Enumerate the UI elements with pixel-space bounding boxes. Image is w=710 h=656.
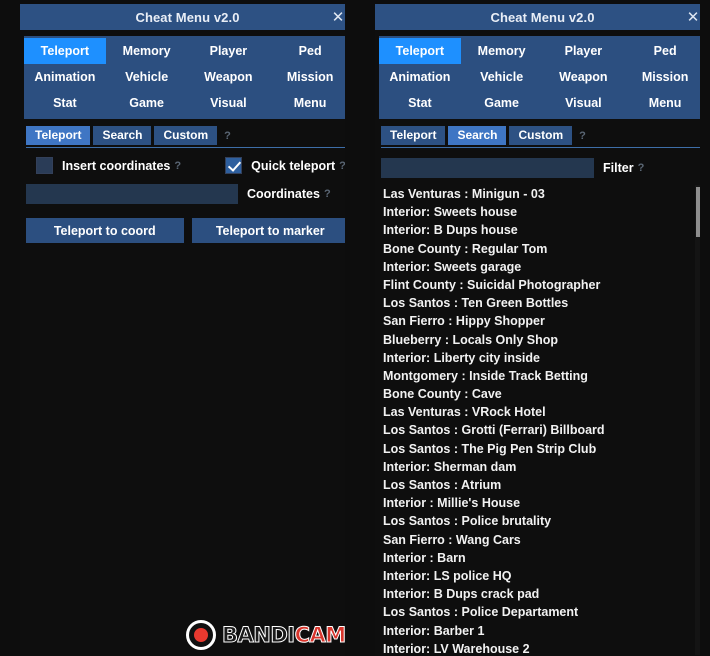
list-item[interactable]: San Fierro : Wang Cars (381, 531, 700, 549)
nav-tab-teleport[interactable]: Teleport (24, 38, 106, 64)
list-item[interactable]: Los Santos : Ten Green Bottles (381, 294, 700, 312)
nav-tab-menu[interactable]: Menu (269, 90, 345, 116)
list-item[interactable]: Interior: LV Warehouse 2 (381, 640, 700, 655)
nav-tab-mission[interactable]: Mission (269, 64, 345, 90)
close-icon[interactable]: ✕ (678, 4, 700, 30)
list-item[interactable]: Los Santos : Police Departament (381, 603, 700, 621)
list-item[interactable]: Interior: Liberty city inside (381, 349, 700, 367)
list-item[interactable]: Flint County : Suicidal Photographer (381, 276, 700, 294)
list-item[interactable]: San Fierro : Hippy Shopper (381, 312, 700, 330)
list-item[interactable]: Interior: Barber 1 (381, 622, 700, 640)
help-icon[interactable]: ? (174, 160, 181, 172)
quick-teleport-checkbox[interactable] (225, 157, 243, 174)
list-item[interactable]: Interior: Sweets house (381, 203, 700, 221)
teleport-to-marker-button[interactable]: Teleport to marker (191, 218, 345, 243)
subtab-teleport[interactable]: Teleport (381, 126, 446, 145)
nav-tab-game[interactable]: Game (106, 90, 188, 116)
window-title: Cheat Menu v2.0 (135, 9, 240, 25)
titlebar-left[interactable]: Cheat Menu v2.0 ✕ (20, 4, 345, 30)
subtab-search[interactable]: Search (93, 126, 152, 145)
coordinates-input[interactable] (26, 184, 238, 204)
checkbox-row: Insert coordinates ? Quick teleport ? (36, 157, 345, 174)
close-icon[interactable]: ✕ (323, 4, 345, 30)
list-item[interactable]: Interior: Sherman dam (381, 458, 700, 476)
nav-tab-menu[interactable]: Menu (624, 90, 700, 116)
filter-input[interactable] (381, 158, 594, 178)
help-icon[interactable]: ? (339, 160, 345, 172)
insert-coordinates-checkbox[interactable] (36, 157, 53, 174)
list-item[interactable]: Las Venturas : VRock Hotel (381, 403, 700, 421)
titlebar-right[interactable]: Cheat Menu v2.0 ✕ (375, 4, 700, 30)
nav-tab-memory[interactable]: Memory (106, 38, 188, 64)
nav-tab-mission[interactable]: Mission (624, 64, 700, 90)
nav-tab-visual[interactable]: Visual (188, 90, 270, 116)
quick-teleport-label: Quick teleport (251, 158, 336, 173)
list-item[interactable]: Los Santos : The Pig Pen Strip Club (381, 440, 700, 458)
list-item[interactable]: Interior : Millie's House (381, 494, 700, 512)
cheat-menu-window-right: Cheat Menu v2.0 ✕ Teleport Memory Player… (355, 0, 710, 656)
help-icon[interactable]: ? (579, 130, 586, 142)
teleport-to-coord-button[interactable]: Teleport to coord (26, 218, 184, 243)
subtab-custom[interactable]: Custom (509, 126, 573, 145)
nav-tab-weapon[interactable]: Weapon (543, 64, 625, 90)
list-item[interactable]: Los Santos : Atrium (381, 476, 700, 494)
list-scrollbar[interactable] (695, 185, 700, 655)
subtab-teleport[interactable]: Teleport (26, 126, 91, 145)
nav-tab-animation[interactable]: Animation (379, 64, 461, 90)
filter-label: Filter (603, 161, 634, 175)
list-item[interactable]: Bone County : Regular Tom (381, 240, 700, 258)
list-item[interactable]: Las Venturas : Minigun - 03 (381, 185, 700, 203)
nav-tab-stat[interactable]: Stat (379, 90, 461, 116)
list-item[interactable]: Interior : Barn (381, 549, 700, 567)
subtabs-right: Teleport Search Custom ? (381, 126, 700, 148)
nav-tab-vehicle[interactable]: Vehicle (461, 64, 543, 90)
teleport-buttons-row: Teleport to coord Teleport to marker (26, 218, 345, 243)
nav-tab-player[interactable]: Player (188, 38, 270, 64)
nav-tab-ped[interactable]: Ped (269, 38, 345, 64)
main-nav-left: Teleport Memory Player Ped Animation Veh… (24, 36, 345, 119)
nav-tab-weapon[interactable]: Weapon (188, 64, 270, 90)
nav-grid: Teleport Memory Player Ped Animation Veh… (379, 38, 700, 116)
window-title: Cheat Menu v2.0 (490, 9, 595, 25)
filter-row: Filter ? (381, 158, 700, 178)
screen-root: Cheat Menu v2.0 ✕ Teleport Memory Player… (0, 0, 710, 656)
nav-tab-player[interactable]: Player (543, 38, 625, 64)
list-item[interactable]: Bone County : Cave (381, 385, 700, 403)
location-list-body: Las Venturas : Minigun - 03 Interior: Swe… (381, 185, 700, 655)
list-item[interactable]: Los Santos : Police brutality (381, 512, 700, 530)
nav-tab-vehicle[interactable]: Vehicle (106, 64, 188, 90)
scrollbar-thumb[interactable] (696, 187, 700, 237)
nav-tab-stat[interactable]: Stat (24, 90, 106, 116)
nav-grid: Teleport Memory Player Ped Animation Veh… (24, 38, 345, 116)
list-item[interactable]: Blueberry : Locals Only Shop (381, 331, 700, 349)
list-item[interactable]: Los Santos : Grotti (Ferrari) Billboard (381, 421, 700, 439)
insert-coordinates-label: Insert coordinates (62, 158, 171, 173)
main-nav-right: Teleport Memory Player Ped Animation Veh… (379, 36, 700, 119)
nav-tab-visual[interactable]: Visual (543, 90, 625, 116)
cheat-menu-window-left: Cheat Menu v2.0 ✕ Teleport Memory Player… (0, 0, 355, 656)
nav-tab-teleport[interactable]: Teleport (379, 38, 461, 64)
subtab-search[interactable]: Search (448, 126, 507, 145)
help-icon[interactable]: ? (324, 188, 331, 200)
list-item[interactable]: Interior: Sweets garage (381, 258, 700, 276)
subtabs-left: Teleport Search Custom ? (26, 126, 345, 148)
nav-tab-memory[interactable]: Memory (461, 38, 543, 64)
list-item[interactable]: Interior: B Dups crack pad (381, 585, 700, 603)
window-content-right: Cheat Menu v2.0 ✕ Teleport Memory Player… (375, 4, 700, 656)
list-item[interactable]: Interior: LS police HQ (381, 567, 700, 585)
help-icon[interactable]: ? (638, 162, 645, 174)
nav-tab-ped[interactable]: Ped (624, 38, 700, 64)
list-item[interactable]: Interior: B Dups house (381, 221, 700, 239)
nav-tab-game[interactable]: Game (461, 90, 543, 116)
list-item[interactable]: Montgomery : Inside Track Betting (381, 367, 700, 385)
nav-tab-animation[interactable]: Animation (24, 64, 106, 90)
help-icon[interactable]: ? (224, 130, 231, 142)
coordinates-row: Coordinates ? (26, 184, 345, 204)
window-content-left: Cheat Menu v2.0 ✕ Teleport Memory Player… (20, 4, 345, 656)
subtab-custom[interactable]: Custom (154, 126, 218, 145)
coordinates-label: Coordinates (247, 187, 320, 201)
location-list: Las Venturas : Minigun - 03 Interior: Swe… (381, 185, 700, 655)
